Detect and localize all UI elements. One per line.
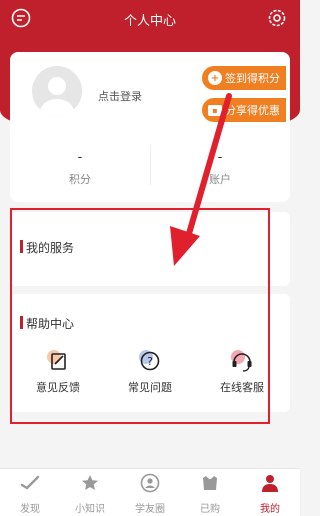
- group-icon: [140, 473, 160, 493]
- account-value: -: [217, 150, 223, 165]
- points-label: 积分: [69, 173, 91, 186]
- tab-label: 发现: [20, 504, 40, 515]
- page-title: 个人中心: [123, 14, 176, 29]
- account-stat[interactable]: - 账户: [150, 150, 290, 187]
- star-icon: [82, 475, 98, 490]
- login-link[interactable]: 点击登录: [98, 88, 142, 104]
- tab-discover[interactable]: 发现: [0, 473, 60, 515]
- tab-label: 我的: [260, 504, 280, 515]
- tab-label: 学友圈: [135, 504, 165, 515]
- share-label: 分享得优惠: [225, 104, 280, 117]
- person-icon: [262, 475, 278, 492]
- tab-label: 已购: [200, 504, 220, 515]
- avatar[interactable]: [32, 66, 82, 116]
- ticket-icon: ▪: [208, 104, 222, 116]
- tab-mine[interactable]: 我的: [240, 473, 300, 515]
- tab-label: 小知识: [75, 504, 105, 515]
- tab-circle[interactable]: 学友圈: [120, 473, 180, 515]
- points-value: -: [77, 150, 83, 165]
- gear-icon[interactable]: [266, 7, 288, 29]
- checkin-points-button[interactable]: + 签到得积分: [202, 66, 286, 90]
- plus-circle-icon: +: [208, 71, 222, 85]
- points-stat[interactable]: - 积分: [10, 150, 150, 187]
- checkin-label: 签到得积分: [225, 72, 280, 85]
- tab-purchased[interactable]: 已购: [180, 473, 240, 515]
- share-discount-button[interactable]: ▪ 分享得优惠: [202, 98, 286, 122]
- annotation-highlight-box: [10, 208, 270, 424]
- account-label: 账户: [209, 173, 231, 186]
- check-icon: [20, 475, 40, 490]
- bottom-tab-bar: 发现 小知识 学友圈 已购 我的: [0, 468, 300, 516]
- tab-knowledge[interactable]: 小知识: [60, 473, 120, 515]
- avatar-placeholder-icon: [40, 77, 74, 116]
- bag-icon: [203, 476, 217, 490]
